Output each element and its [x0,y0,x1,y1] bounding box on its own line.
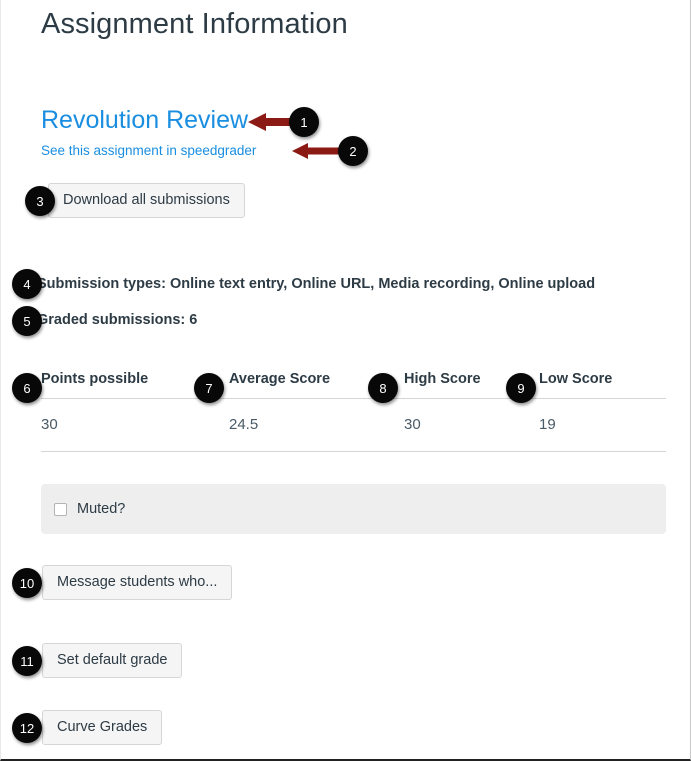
muted-checkbox[interactable] [54,502,67,516]
average-score-value: 24.5 [229,398,404,452]
table-header-row: Points possible Average Score High Score… [41,371,666,399]
graded-submissions-text: Graded submissions: 6 [37,312,198,328]
speedgrader-link[interactable]: See this assignment in speedgrader [41,142,256,160]
callout-badge-8: 8 [368,373,398,403]
curve-grades-button[interactable]: Curve Grades [42,710,163,745]
callout-badge-1: 1 [289,107,319,137]
assignment-title-link[interactable]: Revolution Review [41,104,248,136]
callout-badge-11: 11 [12,646,42,676]
download-all-submissions-button[interactable]: Download all submissions [48,183,245,218]
page-title: Assignment Information [41,8,348,40]
callout-badge-9: 9 [506,373,536,403]
table-row: 30 24.5 30 19 [41,398,666,452]
message-students-button[interactable]: Message students who... [42,565,233,600]
score-summary-table: Points possible Average Score High Score… [41,371,666,452]
callout-badge-10: 10 [12,568,42,598]
callout-badge-7: 7 [194,373,224,403]
high-score-value: 30 [404,398,539,452]
muted-panel: Muted? [41,484,666,534]
set-default-grade-button[interactable]: Set default grade [42,643,183,678]
submission-types-text: Submission types: Online text entry, Onl… [37,276,596,292]
assignment-information-page: Assignment Information Revolution Review… [0,0,691,761]
callout-badge-12: 12 [12,713,42,743]
points-possible-value: 30 [41,398,229,452]
low-score-value: 19 [539,398,666,452]
callout-badge-5: 5 [12,306,42,336]
low-score-column: Low Score [539,371,666,399]
callout-badge-2: 2 [338,136,368,166]
callout-badge-4: 4 [12,269,42,299]
callout-badge-3: 3 [25,186,55,216]
callout-badge-6: 6 [12,373,42,403]
muted-label: Muted? [77,501,126,517]
